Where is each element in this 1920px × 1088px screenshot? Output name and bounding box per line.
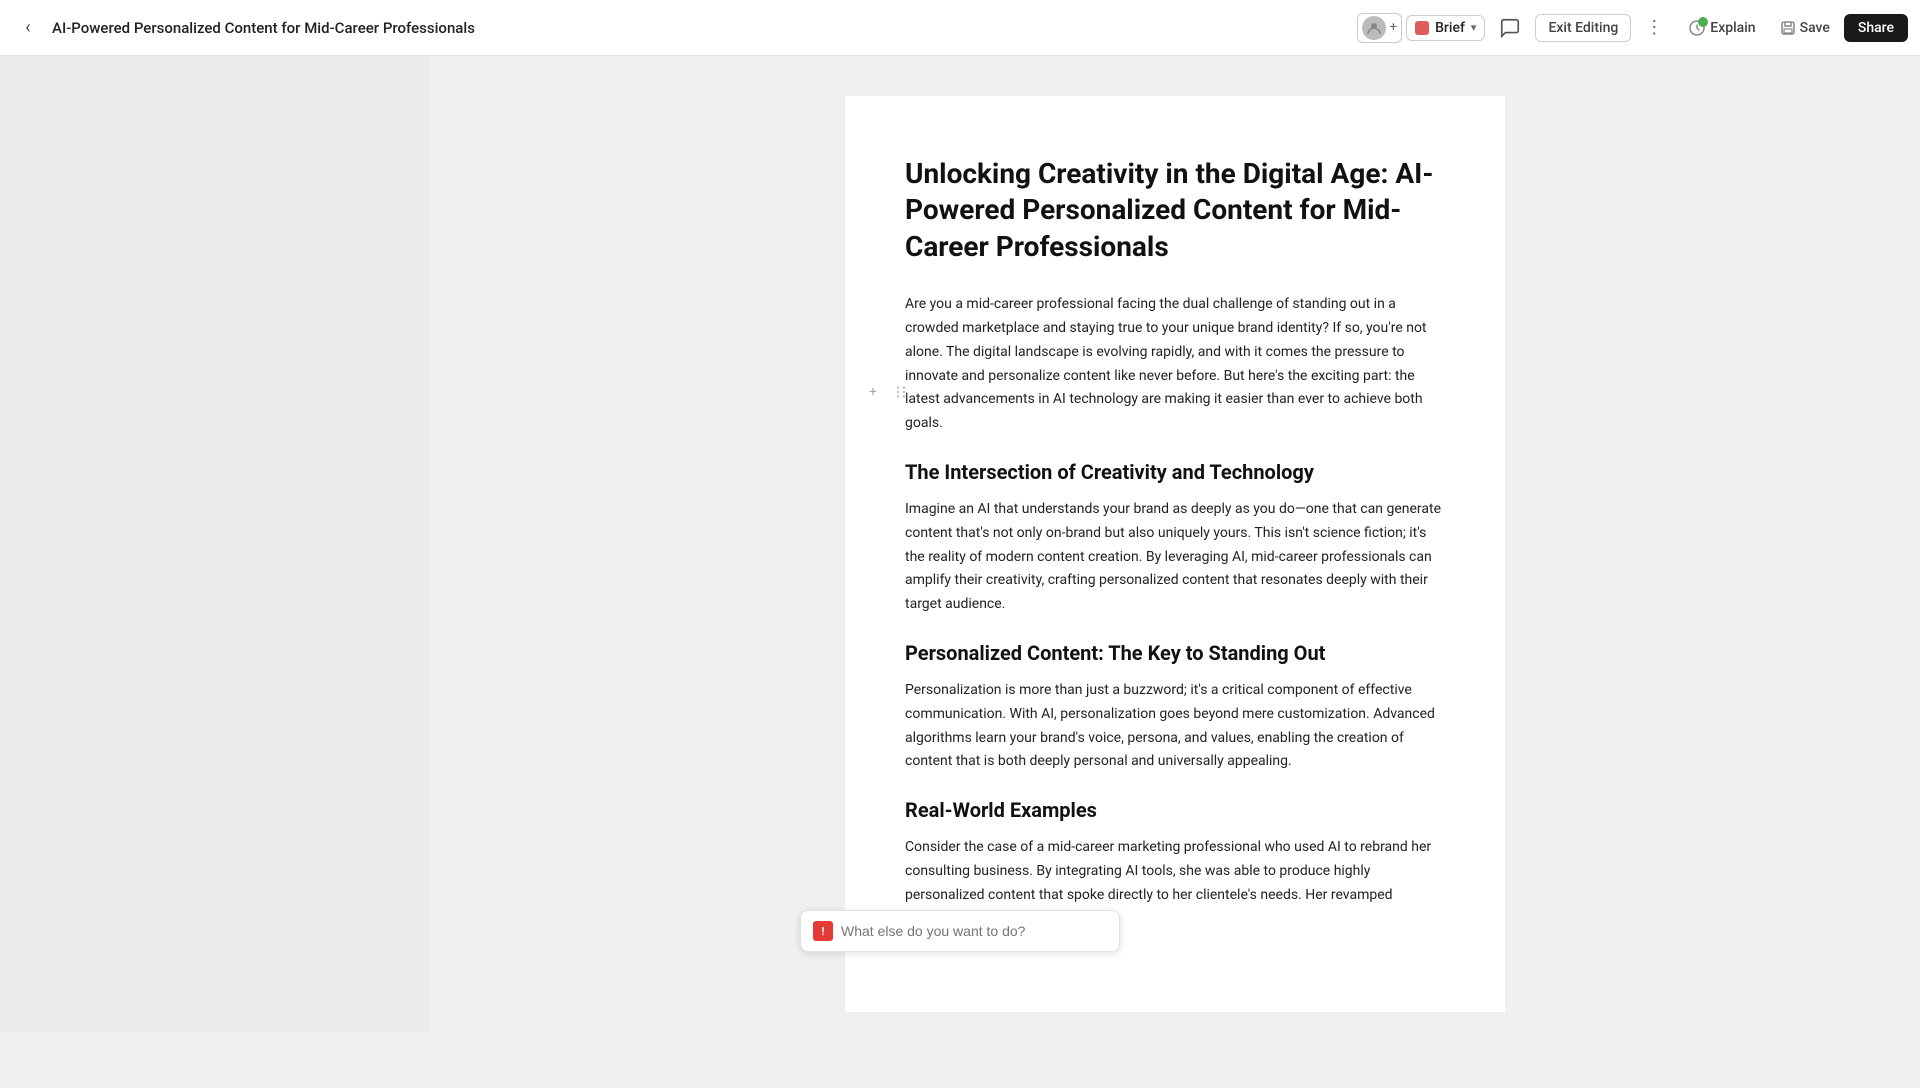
block-controls: + (861, 380, 913, 404)
save-label: Save (1800, 20, 1830, 36)
add-block-button[interactable]: + (861, 380, 885, 404)
back-button[interactable]: ‹ (12, 12, 44, 44)
exit-editing-label: Exit Editing (1548, 20, 1618, 36)
explain-icon-wrapper (1688, 19, 1706, 37)
main-layout: + Unlocking Creativity in the Digital Ag… (0, 56, 1920, 1032)
explain-active-dot (1698, 17, 1708, 27)
paragraph-1[interactable]: Are you a mid-career professional facing… (905, 293, 1445, 436)
paragraph-2[interactable]: Imagine an AI that understands your bran… (905, 498, 1445, 617)
more-options-icon: ⋮ (1645, 17, 1664, 38)
share-button[interactable]: Share (1844, 14, 1908, 42)
avatar (1362, 16, 1386, 40)
share-label: Share (1858, 20, 1894, 36)
heading-3[interactable]: Real-World Examples (905, 798, 1445, 822)
toolbar-right-actions: + Brief ▾ Exit Editing ⋮ (1357, 11, 1908, 45)
save-icon (1780, 20, 1796, 36)
document-title: AI-Powered Personalized Content for Mid-… (52, 19, 1349, 37)
drag-icon (895, 385, 907, 399)
comment-icon (1499, 17, 1521, 39)
brief-selector[interactable]: Brief ▾ (1406, 15, 1485, 41)
document-main-title[interactable]: Unlocking Creativity in the Digital Age:… (905, 156, 1445, 265)
brief-color-dot (1415, 21, 1429, 35)
comment-button[interactable] (1489, 11, 1531, 45)
document-body: Are you a mid-career professional facing… (905, 293, 1445, 907)
paragraph-3[interactable]: Personalization is more than just a buzz… (905, 679, 1445, 774)
heading-2[interactable]: Personalized Content: The Key to Standin… (905, 641, 1445, 665)
ai-prompt-bar: ! (800, 910, 1120, 952)
ai-prompt-icon: ! (813, 921, 833, 941)
explain-button[interactable]: Explain (1678, 13, 1765, 43)
collaborators-button[interactable]: + (1357, 13, 1402, 43)
ai-prompt-input[interactable] (841, 923, 1107, 939)
heading-1[interactable]: The Intersection of Creativity and Techn… (905, 460, 1445, 484)
exit-editing-button[interactable]: Exit Editing (1535, 14, 1631, 42)
brief-label: Brief (1435, 20, 1465, 36)
sidebar (0, 56, 430, 1032)
document-page: + Unlocking Creativity in the Digital Ag… (845, 96, 1505, 1012)
explain-label: Explain (1710, 20, 1755, 36)
toolbar: ‹ AI-Powered Personalized Content for Mi… (0, 0, 1920, 56)
brief-chevron-icon: ▾ (1471, 21, 1477, 34)
drag-block-button[interactable] (889, 380, 913, 404)
back-icon: ‹ (25, 17, 30, 38)
more-options-button[interactable]: ⋮ (1635, 11, 1674, 44)
add-collaborator-icon: + (1390, 20, 1397, 35)
content-area: + Unlocking Creativity in the Digital Ag… (430, 56, 1920, 1032)
save-button[interactable]: Save (1770, 14, 1840, 42)
paragraph-4[interactable]: Consider the case of a mid-career market… (905, 836, 1445, 907)
